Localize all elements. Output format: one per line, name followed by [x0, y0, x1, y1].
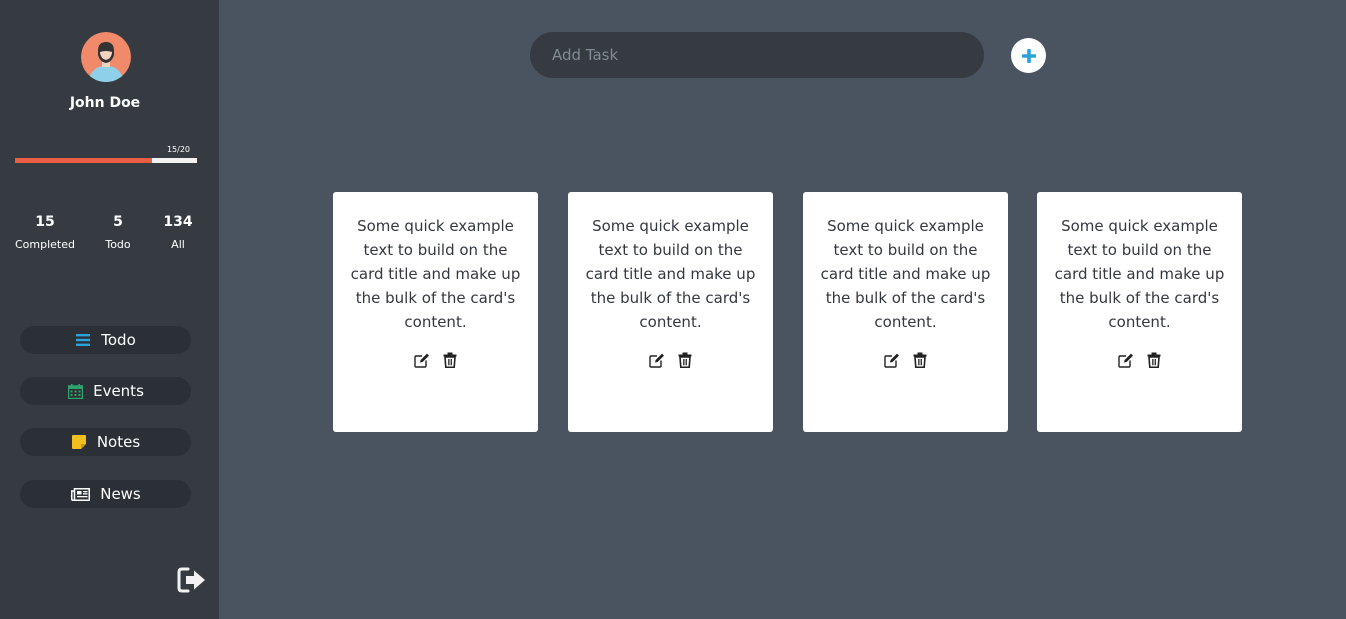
delete-button[interactable]	[677, 352, 693, 369]
stat-label: Todo	[105, 238, 131, 251]
avatar	[81, 32, 131, 82]
progress-label: 15/20	[166, 145, 190, 154]
nav-label: Notes	[96, 433, 141, 451]
nav-label: News	[100, 485, 141, 503]
sign-out-icon	[177, 567, 205, 593]
delete-button[interactable]	[1146, 352, 1162, 369]
newspaper-icon	[70, 486, 90, 502]
stat-value: 5	[113, 214, 123, 230]
nav-item-todo[interactable]: Todo	[20, 326, 191, 354]
add-task-button[interactable]	[1011, 38, 1046, 73]
nav-label: Todo	[101, 331, 136, 349]
sidebar: John Doe 15/20 15 Completed 5 Todo 134 A…	[0, 0, 219, 619]
progress-bar	[15, 158, 197, 163]
delete-button[interactable]	[442, 352, 458, 369]
trash-icon	[913, 352, 927, 369]
stat-value: 134	[163, 214, 193, 230]
nav-item-notes[interactable]: Notes	[20, 428, 191, 456]
trash-icon	[1147, 352, 1161, 369]
edit-icon	[1118, 353, 1133, 368]
plus-icon	[1021, 48, 1036, 63]
calendar-icon	[67, 383, 83, 399]
edit-button[interactable]	[884, 352, 900, 368]
stat-completed: 15 Completed	[15, 213, 75, 252]
task-card: Some quick example text to build on the …	[333, 192, 538, 432]
nav-item-news[interactable]: News	[20, 480, 191, 508]
edit-icon	[414, 353, 429, 368]
edit-icon	[649, 353, 664, 368]
stat-label: All	[171, 238, 185, 251]
nav-label: Events	[93, 382, 144, 400]
edit-button[interactable]	[414, 352, 430, 368]
card-text: Some quick example text to build on the …	[585, 217, 756, 331]
edit-icon	[884, 353, 899, 368]
edit-button[interactable]	[1118, 352, 1134, 368]
stat-all: 134 All	[158, 213, 198, 252]
stat-value: 15	[35, 214, 55, 230]
add-task-input[interactable]	[530, 32, 984, 78]
stat-todo: 5 Todo	[98, 213, 138, 252]
trash-icon	[443, 352, 457, 369]
trash-icon	[678, 352, 692, 369]
nav-item-events[interactable]: Events	[20, 377, 191, 405]
card-text: Some quick example text to build on the …	[350, 217, 521, 331]
avatar-icon	[81, 32, 131, 82]
progress-fill	[15, 158, 152, 163]
user-name: John Doe	[69, 95, 141, 111]
task-card: Some quick example text to build on the …	[803, 192, 1008, 432]
edit-button[interactable]	[649, 352, 665, 368]
card-text: Some quick example text to build on the …	[820, 217, 991, 331]
task-card: Some quick example text to build on the …	[568, 192, 773, 432]
card-text: Some quick example text to build on the …	[1054, 217, 1225, 331]
task-card: Some quick example text to build on the …	[1037, 192, 1242, 432]
stat-label: Completed	[15, 238, 75, 251]
delete-button[interactable]	[912, 352, 928, 369]
logout-button[interactable]	[177, 567, 207, 593]
list-icon	[75, 332, 91, 348]
note-icon	[71, 434, 87, 450]
